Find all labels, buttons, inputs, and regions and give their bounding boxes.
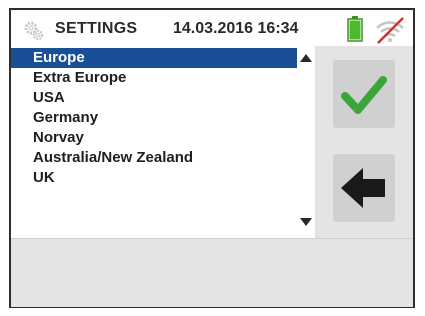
- page-title: SETTINGS: [55, 20, 138, 37]
- triangle-up-icon[interactable]: [300, 54, 312, 62]
- list-item[interactable]: Extra Europe: [11, 68, 297, 88]
- triangle-down-icon[interactable]: [300, 218, 312, 226]
- back-button[interactable]: [333, 154, 395, 222]
- list-item[interactable]: Australia/New Zealand: [11, 148, 297, 168]
- list-item[interactable]: USA: [11, 88, 297, 108]
- bottom-bar: [11, 238, 413, 307]
- list-item[interactable]: UK: [11, 168, 297, 188]
- device-screen: SETTINGS 14.03.2016 16:34 Europe Extra Eu…: [9, 8, 415, 308]
- arrow-left-icon: [341, 168, 385, 208]
- list-item[interactable]: Norvay: [11, 128, 297, 148]
- header-bar: SETTINGS 14.03.2016 16:34: [11, 10, 413, 46]
- action-panel: [315, 46, 413, 238]
- battery-icon: [347, 16, 363, 42]
- country-list[interactable]: Europe Extra Europe USA Germany Norvay Austra…: [11, 46, 297, 238]
- gear-icon: [24, 21, 44, 41]
- checkmark-icon: [341, 76, 387, 114]
- scrollbar[interactable]: [297, 46, 315, 238]
- wifi-off-icon: [376, 17, 404, 44]
- confirm-button[interactable]: [333, 60, 395, 128]
- list-item[interactable]: Germany: [11, 108, 297, 128]
- list-item[interactable]: Europe: [11, 48, 297, 68]
- datetime-display: 14.03.2016 16:34: [173, 20, 299, 37]
- country-list-area: Europe Extra Europe USA Germany Norvay Austra…: [11, 46, 315, 238]
